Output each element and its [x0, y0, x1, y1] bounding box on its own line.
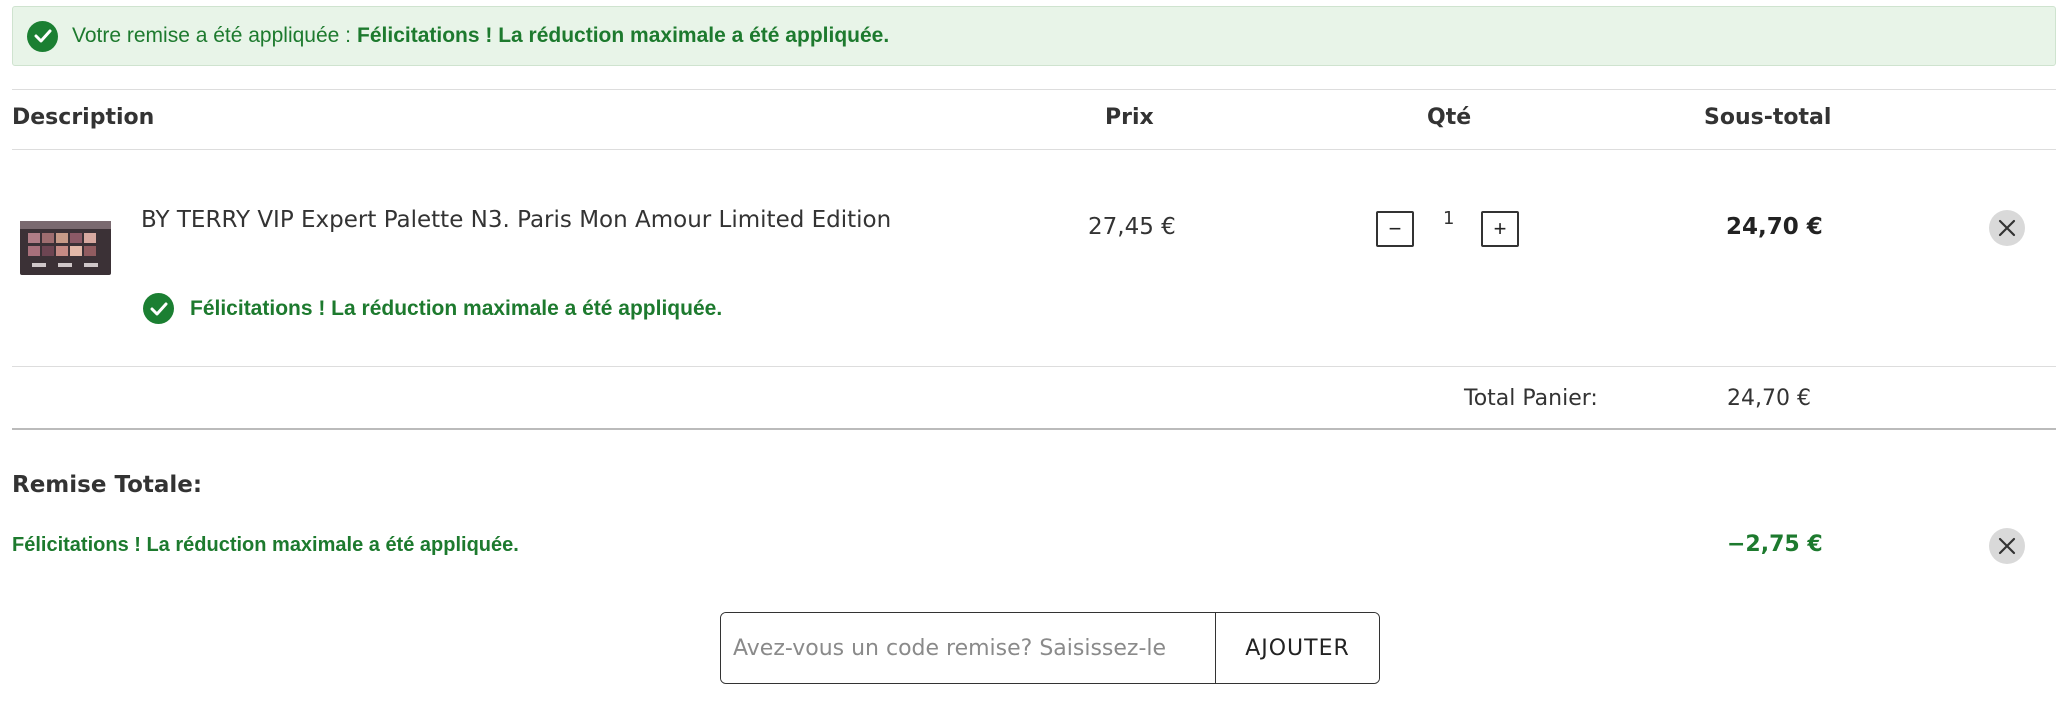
divider	[12, 89, 2056, 90]
coupon-code-input[interactable]	[721, 613, 1215, 683]
banner-prefix: Votre remise a été appliquée :	[72, 24, 352, 47]
product-thumbnail[interactable]	[18, 215, 113, 281]
cart-total-label: Total Panier:	[1464, 386, 1598, 411]
item-subtotal: 24,70 €	[1726, 214, 1823, 240]
total-discount-value: −2,75 €	[1727, 532, 1823, 557]
product-name[interactable]: BY TERRY VIP Expert Palette N3. Paris Mo…	[141, 207, 891, 233]
discount-applied-banner: Votre remise a été appliquée : Félicitat…	[12, 6, 2056, 66]
item-discount-text: Félicitations ! La réduction maximale a …	[190, 296, 723, 320]
divider	[12, 428, 2056, 430]
remove-item-button[interactable]	[1989, 210, 2025, 246]
coupon-form: AJOUTER	[720, 612, 1380, 684]
header-price: Prix	[1105, 105, 1154, 130]
divider	[12, 366, 2056, 367]
total-discount-title: Remise Totale:	[12, 472, 203, 498]
close-icon	[1998, 537, 2016, 555]
header-description: Description	[12, 105, 155, 130]
qty-increase-button[interactable]: +	[1481, 211, 1519, 247]
apply-coupon-button[interactable]: AJOUTER	[1215, 613, 1379, 683]
product-price: 27,45 €	[1088, 214, 1176, 240]
total-discount-message: Félicitations ! La réduction maximale a …	[12, 534, 519, 556]
remove-discount-button[interactable]	[1989, 528, 2025, 564]
item-discount-message: Félicitations ! La réduction maximale a …	[143, 293, 722, 324]
cart-total-value: 24,70 €	[1727, 386, 1811, 411]
qty-decrease-button[interactable]: −	[1376, 211, 1414, 247]
banner-message: Félicitations ! La réduction maximale a …	[357, 24, 890, 47]
header-subtotal: Sous-total	[1704, 105, 1832, 130]
check-circle-icon	[27, 20, 58, 52]
divider	[12, 149, 2056, 150]
header-qty: Qté	[1427, 105, 1472, 130]
qty-value[interactable]: 1	[1443, 208, 1454, 229]
check-circle-icon	[143, 293, 174, 324]
close-icon	[1998, 219, 2016, 237]
